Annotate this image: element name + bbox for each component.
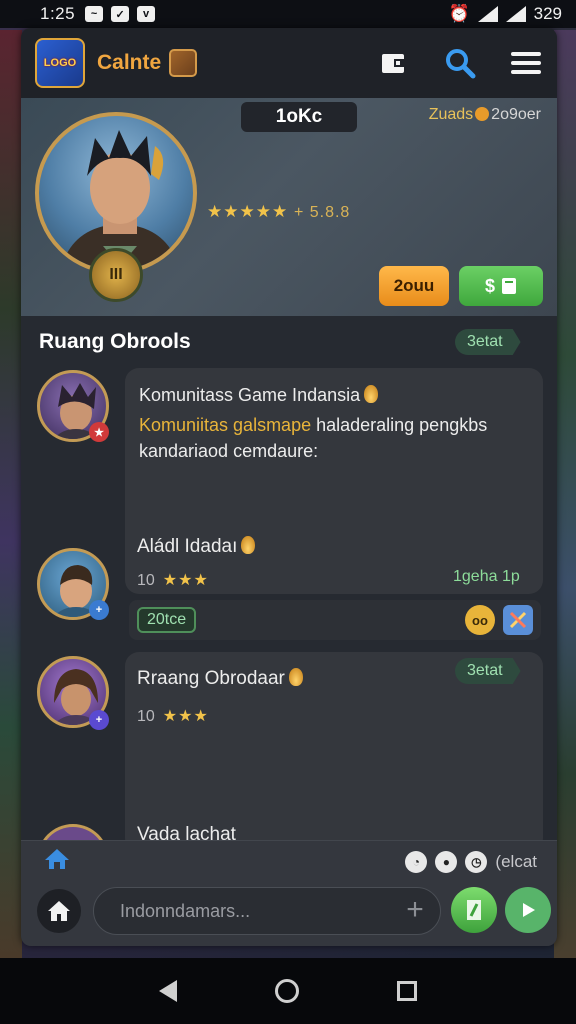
gold-action-button[interactable]: 2ouu bbox=[379, 266, 449, 306]
app-bar: LOGO Calnte bbox=[21, 28, 557, 98]
app-panel: LOGO Calnte III 1oKc ★★★★★ + 5.8.8 Zuads… bbox=[21, 28, 557, 946]
background-art-right bbox=[554, 30, 576, 960]
battery-level: 329 bbox=[533, 4, 562, 23]
wallet-icon[interactable] bbox=[377, 46, 411, 80]
message-input[interactable] bbox=[93, 887, 441, 935]
rank-medal-icon: III bbox=[89, 248, 143, 302]
message-highlight[interactable]: Komuniitas galsmape bbox=[139, 415, 311, 435]
clock-icon[interactable]: ◷ bbox=[465, 851, 488, 873]
composer-bar: ◔ ● ◷ (elcat + bbox=[21, 840, 557, 946]
flame-icon bbox=[364, 385, 379, 403]
message-time: 1geha 1p bbox=[453, 568, 520, 585]
guild-badge-icon[interactable] bbox=[169, 49, 198, 77]
flame-icon bbox=[241, 536, 256, 554]
menu-icon[interactable] bbox=[509, 46, 543, 80]
message-title: Rraang Obrodaar bbox=[137, 666, 303, 692]
chat-title: Ruang Obrools bbox=[39, 330, 191, 353]
alarm-icon: ⏰ bbox=[448, 4, 470, 23]
sender-badge-icon: ★ bbox=[89, 422, 109, 442]
notification-icons: ~ ✓ v bbox=[85, 6, 156, 22]
ball-icon[interactable]: ● bbox=[435, 851, 458, 873]
sender-badge-icon: + bbox=[89, 710, 109, 730]
status-bar: 1:25 ~ ✓ v ⏰ 329 bbox=[0, 0, 576, 28]
message-meta: 10 ★★★ bbox=[137, 570, 209, 590]
currency-label: Zuads bbox=[428, 106, 474, 123]
home-small-icon[interactable] bbox=[43, 847, 71, 876]
message-tag[interactable]: 3etat bbox=[455, 658, 521, 684]
search-icon[interactable] bbox=[443, 46, 477, 80]
timer-icon[interactable]: ◔ bbox=[405, 851, 428, 873]
attach-plus-icon[interactable]: + bbox=[401, 895, 429, 925]
rating-value: + 5.8.8 bbox=[293, 204, 351, 221]
notification-icon: ~ bbox=[85, 6, 104, 22]
sticker-button[interactable] bbox=[451, 887, 497, 933]
coin-icon bbox=[475, 107, 490, 121]
app-logo[interactable]: LOGO bbox=[35, 38, 85, 88]
notification-icon: ✓ bbox=[111, 6, 130, 22]
message-stars: ★★★ bbox=[162, 708, 209, 725]
system-icons: ⏰ 329 bbox=[448, 4, 562, 24]
reward-tag[interactable]: 20tce bbox=[137, 607, 197, 633]
sticker-icon bbox=[467, 900, 481, 920]
status-time: 1:25 bbox=[40, 4, 76, 23]
sender-badge-icon: + bbox=[89, 600, 109, 620]
message-count: 10 bbox=[137, 572, 155, 589]
app-name: Calnte bbox=[97, 51, 162, 74]
emoji-react-icon[interactable]: oo bbox=[465, 605, 495, 635]
signal-icon bbox=[505, 6, 526, 22]
chat-tag[interactable]: 3etat bbox=[455, 329, 521, 355]
rating-stars: ★★★★★ bbox=[207, 202, 289, 221]
chat-header: Ruang Obrools 3etat bbox=[21, 316, 557, 368]
shop-button-label: $ bbox=[484, 275, 495, 296]
profile-hero: III 1oKc ★★★★★ + 5.8.8 Zuads 2o9oer 2ouu … bbox=[21, 98, 557, 316]
composer-toolbar: ◔ ● ◷ (elcat bbox=[21, 841, 557, 881]
tools-label[interactable]: (elcat bbox=[495, 852, 537, 872]
shop-button[interactable]: $ bbox=[459, 266, 543, 306]
message-count: 10 bbox=[137, 708, 155, 725]
notification-icon: v bbox=[137, 6, 156, 22]
message-sender: Aládl Idadaı bbox=[137, 534, 256, 560]
system-nav-bar bbox=[0, 958, 576, 1024]
background-art-left bbox=[0, 30, 22, 960]
send-icon bbox=[523, 903, 535, 917]
back-icon[interactable] bbox=[159, 980, 177, 1002]
message-stars: ★★★ bbox=[162, 572, 209, 589]
currency-display: Zuads 2o9oer bbox=[429, 106, 541, 124]
wifi-icon bbox=[477, 6, 498, 22]
home-button[interactable] bbox=[37, 889, 81, 933]
message-action-strip: 20tce oo bbox=[129, 600, 541, 640]
message-card[interactable]: Komunitass Game Indansia Komuniitas gals… bbox=[125, 368, 543, 594]
hero-title: 1oKc bbox=[241, 102, 357, 132]
sword-react-icon[interactable] bbox=[503, 605, 533, 635]
message-meta: 10 ★★★ bbox=[137, 706, 209, 726]
recents-icon[interactable] bbox=[397, 981, 417, 1001]
hero-rating: ★★★★★ + 5.8.8 bbox=[207, 202, 350, 222]
flame-icon bbox=[288, 668, 303, 686]
home-circle-icon[interactable] bbox=[275, 979, 299, 1003]
send-button[interactable] bbox=[505, 887, 551, 933]
message-body: Komuniitas galsmape haladeraling pengkbs… bbox=[139, 412, 535, 464]
screen: 1:25 ~ ✓ v ⏰ 329 LOGO Calnte III 1oKc ★★… bbox=[0, 0, 576, 1024]
message-title: Komunitass Game Indansia bbox=[139, 382, 379, 408]
currency-value: 2o9oer bbox=[491, 106, 541, 123]
card-icon bbox=[502, 278, 516, 294]
